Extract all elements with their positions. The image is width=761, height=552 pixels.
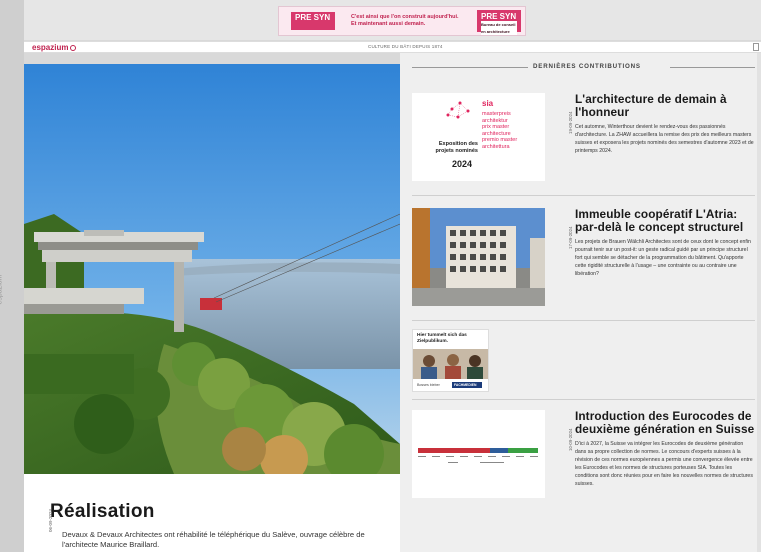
eurocodes-timeline-graphic xyxy=(412,410,545,498)
featured-caption: Réalisation 06-09-2024 Devaux & Devaux A… xyxy=(24,474,400,552)
article-card[interactable]: 17-09-2024 Immeuble coopératif L'Atria: … xyxy=(412,208,757,318)
search-icon[interactable] xyxy=(753,43,759,51)
masterpreis-lines: masterpreis architektur prix master arch… xyxy=(482,111,517,151)
article-excerpt: Cet automne, Winterthour devient le rend… xyxy=(575,124,754,154)
section-heading: DERNIÈRES CONTRIBUTIONS xyxy=(412,63,755,71)
site-nav: espazium CULTURE DU BÂTI DEPUIS 1874 xyxy=(24,41,761,53)
banner-logo-right-text: PRE SYN xyxy=(481,12,517,21)
heading-rule-left xyxy=(412,67,528,68)
article-thumbnail[interactable] xyxy=(412,410,545,498)
article-divider xyxy=(412,195,755,196)
latest-contributions: DERNIÈRES CONTRIBUTIONS sia masterpreis … xyxy=(400,53,761,552)
side-tab[interactable]: espazium xyxy=(0,262,19,322)
banner-logo-left: PRE SYN xyxy=(291,12,335,30)
expo-label: Exposition des projets nominés xyxy=(435,141,478,154)
article-title[interactable]: L'architecture de demain à l'honneur xyxy=(575,93,755,118)
masterpreis-line: architektur xyxy=(482,117,508,124)
banner-logo-right-sub: Bureau de conseil en architecture xyxy=(481,21,517,35)
sia-masterpreis-graphic xyxy=(412,93,545,181)
banner-tagline: C'est ainsi que l'on construit aujourd'h… xyxy=(351,14,459,28)
site-tagline: CULTURE DU BÂTI DEPUIS 1874 xyxy=(368,44,443,49)
ad-footer-text: Bosses bieber xyxy=(417,383,440,387)
masterpreis-line: masterpreis xyxy=(482,111,511,117)
ad-banner[interactable]: PRE SYN C'est ainsi que l'on construit a… xyxy=(278,6,526,36)
article-date: 19-09-2024 xyxy=(568,111,573,134)
top-ad-bar: PRE SYN C'est ainsi que l'on construit a… xyxy=(24,0,761,40)
section-heading-label: DERNIÈRES CONTRIBUTIONS xyxy=(533,63,641,70)
featured-photo[interactable] xyxy=(24,64,400,474)
article-card[interactable]: sia masterpreis architektur prix master … xyxy=(412,93,757,183)
site-logo-text: espazium xyxy=(32,43,69,52)
featured-title[interactable]: Réalisation xyxy=(50,501,155,523)
ad-box[interactable]: Hier tummelt sich das Zielpublikum. Boss… xyxy=(412,329,489,392)
featured-text: Devaux & Devaux Architectes ont réhabili… xyxy=(62,530,365,549)
article-content: Immeuble coopératif L'Atria: par-delà le… xyxy=(575,208,755,279)
article-divider xyxy=(412,320,755,321)
masterpreis-line: premio master xyxy=(482,137,518,144)
side-tab-label: espazium xyxy=(0,274,4,305)
atria-building-image xyxy=(412,208,545,306)
masterpreis-line: architettura xyxy=(482,143,510,150)
article-title[interactable]: Immeuble coopératif L'Atria: par-delà le… xyxy=(575,208,755,233)
ad-photo xyxy=(413,349,488,379)
sia-logo: sia xyxy=(482,99,494,108)
article-content: L'architecture de demain à l'honneur Cet… xyxy=(575,93,755,156)
article-title[interactable]: Introduction des Eurocodes de deuxième g… xyxy=(575,410,755,435)
masterpreis-line: prix master xyxy=(482,124,510,131)
article-date: 10-09-2024 xyxy=(568,428,573,451)
expo-year: 2024 xyxy=(452,159,473,169)
featured-date: 06-09-2024 xyxy=(48,508,53,532)
banner-tagline-line1: C'est ainsi que l'on construit aujourd'h… xyxy=(351,14,459,20)
site-logo[interactable]: espazium xyxy=(32,43,77,52)
article-thumbnail[interactable] xyxy=(412,208,545,306)
article-date: 17-09-2024 xyxy=(568,226,573,249)
article-divider xyxy=(412,399,755,400)
ad-title-line2: Zielpublikum. xyxy=(417,339,448,344)
page-scrollbar[interactable] xyxy=(757,53,761,552)
article-excerpt: D'ici à 2027, la Suisse va intégrer les … xyxy=(575,441,753,487)
featured-article[interactable]: Réalisation 06-09-2024 Devaux & Devaux A… xyxy=(24,64,400,552)
saleve-cable-car-image xyxy=(24,64,400,474)
left-gutter: espazium xyxy=(0,0,24,552)
article-card[interactable]: 10-09-2024 Introduction des Eurocodes de… xyxy=(412,410,757,550)
article-thumbnail[interactable]: sia masterpreis architektur prix master … xyxy=(412,93,545,181)
masterpreis-line: architecture xyxy=(482,130,511,137)
logo-circle-icon xyxy=(70,44,77,51)
ad-title: Hier tummelt sich das Zielpublikum. xyxy=(417,333,467,345)
heading-rule-right xyxy=(670,67,755,68)
ad-image xyxy=(413,349,488,379)
ad-footer-brand: FACHMEDIEN xyxy=(452,382,482,388)
banner-tagline-line2: Et maintenant aussi demain. xyxy=(351,21,426,27)
article-excerpt: Les projets de Brauen Wälchli Architecte… xyxy=(575,239,751,277)
article-content: Introduction des Eurocodes de deuxième g… xyxy=(575,410,755,488)
banner-logo-right: PRE SYN Bureau de conseil en architectur… xyxy=(477,10,521,35)
